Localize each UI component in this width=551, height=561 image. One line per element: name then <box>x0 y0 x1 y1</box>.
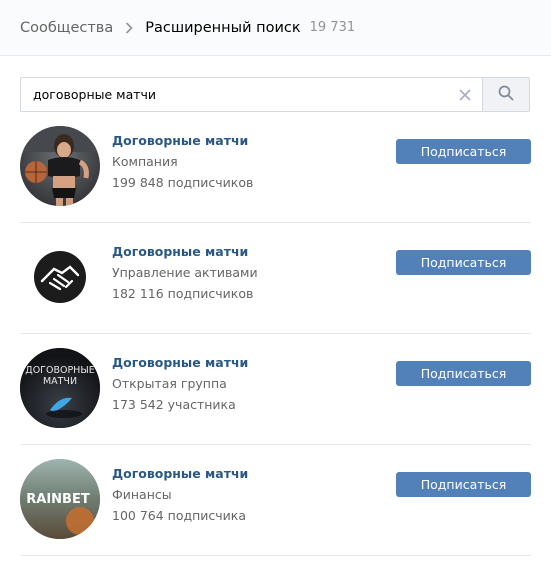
result-info: Договорные матчи Финансы 100 764 подписч… <box>112 466 248 524</box>
svg-text:ДОГОВОРНЫЕ: ДОГОВОРНЫЕ <box>25 365 94 376</box>
community-name-link[interactable]: Договорные матчи <box>112 244 258 260</box>
clear-icon[interactable] <box>448 78 482 111</box>
avatar[interactable]: ДОГОВОРНЫЕ МАТЧИ <box>20 348 100 428</box>
community-category: Управление активами <box>112 265 258 280</box>
page-header: Сообщества Расширенный поиск 19 731 <box>0 0 551 56</box>
handshake-icon <box>20 237 100 317</box>
chevron-right-icon <box>125 21 133 34</box>
list-item: Договорные матчи Компания 199 848 подпис… <box>20 112 531 223</box>
avatar[interactable] <box>20 126 100 206</box>
member-count: 100 764 подписчика <box>112 508 247 523</box>
search-icon <box>498 85 514 105</box>
subscribe-button[interactable]: Подписаться <box>396 139 531 164</box>
community-name-link[interactable]: Договорные матчи <box>112 133 253 149</box>
search-box <box>20 77 482 112</box>
results-list: Договорные матчи Компания 199 848 подпис… <box>0 112 551 556</box>
member-count: 182 116 подписчиков <box>112 286 254 301</box>
svg-text:RAINBET: RAINBET <box>26 492 90 507</box>
list-item: ДОГОВОРНЫЕ МАТЧИ Договорные матчи Открыт… <box>20 334 531 445</box>
search-button[interactable] <box>482 77 530 112</box>
community-category: Открытая группа <box>112 376 227 391</box>
member-count: 199 848 подписчиков <box>112 175 254 190</box>
list-item: RAINBET Договорные матчи Финансы 100 764… <box>20 445 531 556</box>
page: Сообщества Расширенный поиск 19 731 дого… <box>0 0 551 561</box>
avatar[interactable] <box>20 237 100 317</box>
result-info: Договорные матчи Компания 199 848 подпис… <box>112 133 253 191</box>
community-name-link[interactable]: Договорные матчи <box>112 466 248 482</box>
subscribe-button[interactable]: Подписаться <box>396 250 531 275</box>
search-input[interactable] <box>21 78 448 111</box>
subscribe-button[interactable]: Подписаться <box>396 361 531 386</box>
results-count: 19 731 <box>309 20 356 35</box>
result-info: Договорные матчи Управление активами 182… <box>112 244 258 302</box>
community-name-link[interactable]: Договорные матчи <box>112 355 248 371</box>
breadcrumb-communities[interactable]: Сообщества <box>20 20 113 36</box>
rainbet-logo-avatar: RAINBET <box>20 459 100 539</box>
community-category: Финансы <box>112 487 172 502</box>
svg-text:МАТЧИ: МАТЧИ <box>43 376 77 387</box>
result-info: Договорные матчи Открытая группа 173 542… <box>112 355 248 413</box>
list-item: Договорные матчи Управление активами 182… <box>20 223 531 334</box>
community-category: Компания <box>112 154 178 169</box>
page-title: Расширенный поиск <box>145 19 301 36</box>
dark-logo-avatar: ДОГОВОРНЫЕ МАТЧИ <box>20 348 100 428</box>
woman-basketball-photo <box>20 126 100 206</box>
member-count: 173 542 участника <box>112 397 236 412</box>
subscribe-button[interactable]: Подписаться <box>396 472 531 497</box>
avatar[interactable]: RAINBET <box>20 459 100 539</box>
search-bar <box>20 77 530 112</box>
